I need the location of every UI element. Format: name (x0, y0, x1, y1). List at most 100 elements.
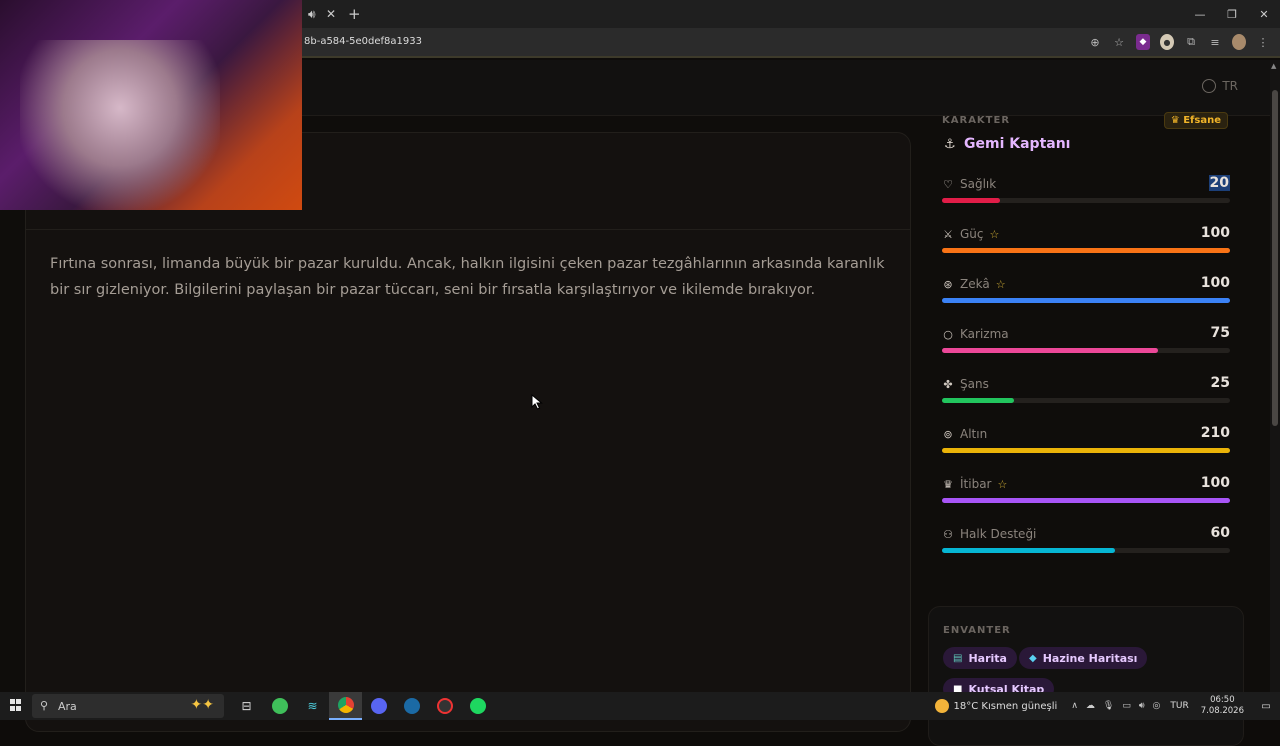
input-language[interactable]: TUR (1170, 701, 1188, 711)
stat-row: ⊛ Zekâ ☆ 100 (942, 275, 1230, 306)
weather-widget[interactable]: 18°C Kısmen güneşli (934, 699, 1058, 713)
stat-bar-fill (942, 248, 1230, 253)
minimize-button[interactable]: — (1184, 0, 1216, 28)
network-icon[interactable]: ▭ (1122, 701, 1131, 711)
stat-bar-fill (942, 198, 1000, 203)
stat-bar-track (942, 298, 1230, 303)
story-text: Fırtına sonrası, limanda büyük bir pazar… (50, 256, 885, 298)
coins-icon: ⊚ (943, 427, 953, 441)
speaker-icon[interactable]: 🔊︎ (308, 7, 316, 22)
spotify-icon[interactable] (461, 692, 494, 720)
stat-label: İtibar (960, 477, 992, 491)
map-icon: ▤ (953, 652, 963, 664)
scroll-up-icon[interactable]: ▲ (1271, 62, 1276, 70)
heart-icon: ♡ (943, 177, 953, 191)
anchor-icon: ⚓ (944, 137, 956, 152)
windows-start-icon[interactable] (10, 699, 22, 711)
zoom-icon[interactable]: ⊕ (1088, 34, 1102, 50)
inventory-item[interactable]: ▤ Harita (943, 647, 1017, 669)
app-icon[interactable] (263, 692, 296, 720)
tray-app-icon[interactable]: ☁ (1086, 701, 1095, 711)
sword-icon: ⚔ (943, 227, 953, 241)
browser-tab[interactable]: 🔊︎ ✕ + (300, 5, 362, 28)
stat-label: Karizma (960, 327, 1009, 341)
clock-date: 7.08.2026 (1200, 706, 1244, 716)
steam-icon[interactable] (395, 692, 428, 720)
stat-row: ○ Karizma 75 (942, 325, 1230, 356)
taskbar-search[interactable]: ⚲ Ara ✦✦ (32, 694, 224, 718)
stat-value: 75 (1210, 325, 1230, 341)
inventory-item[interactable]: ◆ Hazine Haritası (1019, 647, 1148, 669)
gem-icon: ◆ (1029, 652, 1037, 664)
close-window-button[interactable]: ✕ (1248, 0, 1280, 28)
stat-bar-fill (942, 298, 1230, 303)
speech-bubble-icon: ○ (943, 327, 953, 341)
stat-value: 100 (1200, 275, 1230, 291)
discord-icon[interactable] (362, 692, 395, 720)
stat-label: Altın (960, 427, 988, 441)
profile-avatar[interactable] (1232, 34, 1246, 50)
stat-bar-track (942, 398, 1230, 403)
star-icon: ☆ (997, 477, 1008, 491)
people-icon: ⚇ (943, 527, 953, 541)
url-field[interactable]: 8b-a584-5e0def8a1933 (304, 36, 422, 47)
restore-button[interactable]: ❐ (1216, 0, 1248, 28)
stat-bar-fill (942, 348, 1158, 353)
taskbar: ⚲ Ara ✦✦ ⊟ ≋ 18°C Kısmen güneşli ∧ ☁ 🎙︎ … (0, 692, 1280, 720)
stat-header: ⊚ Altın 210 (942, 425, 1230, 442)
streamer-video (20, 40, 220, 210)
chrome-icon[interactable] (329, 692, 362, 720)
scrollbar-thumb[interactable] (1272, 90, 1278, 426)
clock-time: 06:50 (1210, 695, 1235, 705)
stat-bar-fill (942, 398, 1014, 403)
stat-value: 100 (1200, 225, 1230, 241)
stat-bar-track (942, 498, 1230, 503)
stat-value: 25 (1210, 375, 1230, 391)
weather-sun-icon (934, 699, 949, 713)
star-icon: ☆ (989, 227, 1000, 241)
page-scrollbar[interactable]: ▲ (1270, 60, 1280, 692)
app-icon[interactable]: ≋ (296, 692, 329, 720)
sparkle-icon: ✦✦ (190, 697, 214, 713)
volume-icon[interactable]: 🔊︎ (1139, 701, 1145, 711)
extension-icon[interactable]: ● (1160, 34, 1174, 50)
stat-bar-fill (942, 448, 1230, 453)
bookmark-star-icon[interactable]: ☆ (1112, 34, 1126, 50)
search-icon: ⚲ (40, 699, 49, 712)
stat-bar-track (942, 198, 1230, 203)
extension-icon[interactable]: ◆ (1136, 34, 1150, 50)
headset-icon[interactable]: ◎ (1153, 701, 1161, 711)
clover-icon: ✤ (943, 377, 953, 391)
weather-text: 18°C Kısmen güneşli (953, 700, 1058, 712)
language-switcher[interactable]: TR (1202, 79, 1238, 93)
stat-row: ⊚ Altın 210 (942, 425, 1230, 456)
stat-header: ○ Karizma 75 (942, 325, 1230, 342)
microphone-icon[interactable]: 🎙︎ (1103, 701, 1114, 711)
clock[interactable]: 06:50 7.08.2026 (1201, 695, 1244, 717)
stat-label: Halk Desteği (960, 527, 1037, 541)
webcam-overlay (0, 0, 302, 210)
stat-row: ✤ Şans 25 (942, 375, 1230, 406)
stat-label: Şans (960, 377, 989, 391)
menu-kebab-icon[interactable]: ⋮ (1256, 34, 1270, 50)
brain-icon: ⊛ (943, 277, 953, 291)
stat-header: ✤ Şans 25 (942, 375, 1230, 392)
crown-icon: ♛ (1170, 115, 1184, 126)
stat-row: ♛ İtibar ☆ 100 (942, 475, 1230, 506)
stat-bar-track (942, 448, 1230, 453)
address-bar-actions: ⊕ ☆ ◆ ● ⧉ ≡ ⋮ (1088, 34, 1270, 50)
stat-label: Sağlık (960, 177, 997, 191)
character-card: KARAKTER ♛ Efsane ⚓ Gemi Kaptanı ♡ Sağlık… (928, 100, 1244, 570)
notification-icon[interactable]: ▭ (1256, 696, 1276, 716)
extensions-puzzle-icon[interactable]: ⧉ (1184, 34, 1198, 50)
tab-close-button[interactable]: ✕ (326, 7, 336, 21)
inventory-item-label: Harita (968, 651, 1007, 665)
task-view-icon[interactable]: ⊟ (230, 692, 263, 720)
language-label: TR (1222, 79, 1238, 93)
app-icon[interactable] (428, 692, 461, 720)
stat-bar-track (942, 248, 1230, 253)
new-tab-button[interactable]: + (348, 5, 361, 23)
media-control-icon[interactable]: ≡ (1208, 34, 1222, 50)
chevron-up-icon[interactable]: ∧ (1071, 701, 1078, 711)
stat-value: 60 (1210, 525, 1230, 541)
